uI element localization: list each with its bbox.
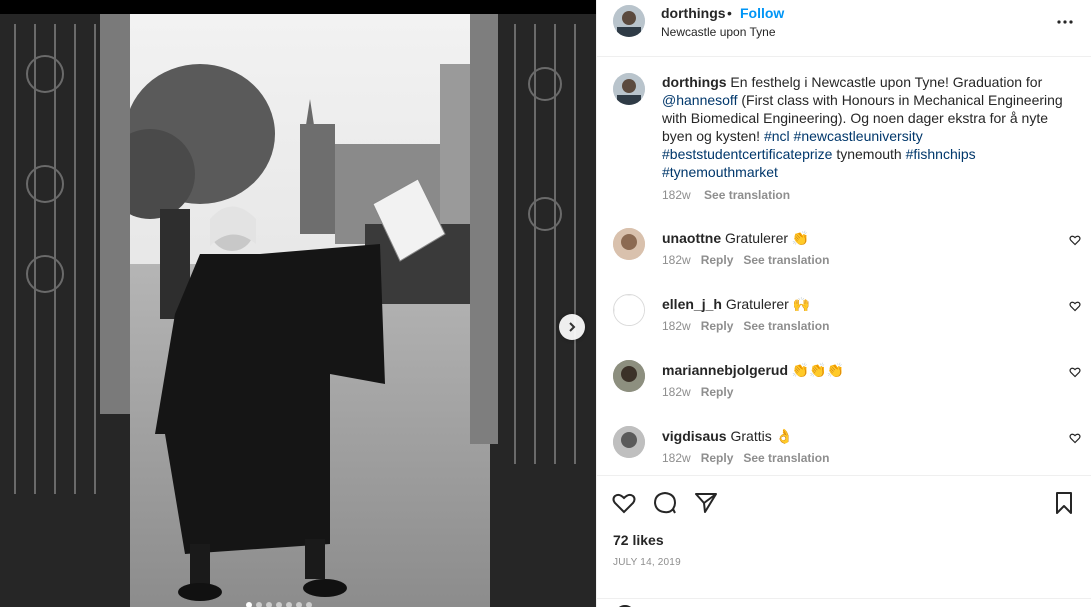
- avatar[interactable]: [613, 5, 645, 37]
- carousel-dot: [296, 602, 302, 607]
- hashtag-link[interactable]: #ncl: [764, 128, 790, 144]
- comment-time: 182w: [662, 253, 691, 267]
- carousel-indicator: [246, 602, 312, 607]
- hashtag-link[interactable]: #newcastleuniversity: [794, 128, 923, 144]
- graduation-photo: [0, 14, 596, 607]
- see-translation-link[interactable]: See translation: [743, 451, 829, 465]
- comment-like-icon[interactable]: [1069, 300, 1081, 312]
- comment-text: Grattis: [730, 428, 772, 444]
- commenter-photo: [613, 360, 645, 392]
- post-date: JULY 14, 2019: [613, 557, 681, 568]
- carousel-dot: [266, 602, 272, 607]
- caption-text-segment: En festhelg i Newcastle upon Tyne! Gradu…: [726, 74, 1043, 90]
- comment-like-icon[interactable]: [1069, 366, 1081, 378]
- comment-row: unaottne Gratulerer 👏 182w Reply See transl…: [597, 228, 1091, 288]
- carousel-dot: [246, 602, 252, 607]
- commenter-photo: [613, 426, 645, 458]
- comment-like-icon[interactable]: [1069, 432, 1081, 444]
- like-count[interactable]: 72 likes: [613, 532, 664, 548]
- chevron-right-icon: [569, 322, 576, 332]
- post-actions: 72 likes JULY 14, 2019: [597, 475, 1091, 607]
- comment-emoji: 👏: [791, 230, 810, 246]
- location-link[interactable]: Newcastle upon Tyne: [661, 25, 776, 39]
- commenter-photo: [614, 295, 644, 325]
- comment-username[interactable]: vigdisaus: [662, 428, 727, 444]
- comment-emoji: 👏👏👏: [791, 362, 845, 378]
- profile-photo: [613, 5, 645, 37]
- comment-time: 182w: [662, 385, 691, 399]
- carousel-next-button[interactable]: [559, 314, 585, 340]
- comment-row: mariannebjolgerud 👏👏👏 182w Reply: [597, 360, 1091, 420]
- carousel-dot: [256, 602, 262, 607]
- reply-button[interactable]: Reply: [701, 319, 734, 333]
- carousel-dot: [276, 602, 282, 607]
- hashtag-link[interactable]: #tynemouthmarket: [662, 164, 778, 180]
- reply-button[interactable]: Reply: [701, 451, 734, 465]
- caption-text-segment: tynemouth: [832, 146, 906, 162]
- bookmark-icon[interactable]: [1051, 490, 1077, 516]
- caption-time: 182w: [662, 188, 691, 202]
- post-username[interactable]: dorthings: [661, 5, 726, 21]
- comment-time: 182w: [662, 451, 691, 465]
- hashtag-link[interactable]: #fishnchips: [906, 146, 976, 162]
- avatar[interactable]: [613, 294, 645, 326]
- see-translation-link[interactable]: See translation: [743, 319, 829, 333]
- comment-time: 182w: [662, 319, 691, 333]
- carousel-dot: [286, 602, 292, 607]
- comment-icon[interactable]: [652, 490, 678, 516]
- mention-link[interactable]: @hannesoff: [662, 92, 737, 108]
- avatar[interactable]: [613, 360, 645, 392]
- comment-text: Gratulerer: [725, 230, 789, 246]
- comment-username[interactable]: unaottne: [662, 230, 721, 246]
- more-options-icon[interactable]: [1055, 12, 1075, 32]
- heart-icon[interactable]: [611, 490, 637, 516]
- post-photo[interactable]: [0, 14, 596, 607]
- see-translation-link[interactable]: See translation: [704, 188, 790, 202]
- comment-emoji: 👌: [775, 428, 794, 444]
- post-header: dorthings • Follow Newcastle upon Tyne: [597, 0, 1091, 57]
- comment-row: ellen_j_h Gratulerer 🙌 182w Reply See trans…: [597, 294, 1091, 354]
- reply-button[interactable]: Reply: [701, 385, 734, 399]
- commenter-photo: [613, 228, 645, 260]
- share-icon[interactable]: [693, 490, 719, 516]
- emoji-icon[interactable]: [613, 603, 637, 607]
- profile-photo: [613, 73, 645, 105]
- follow-button[interactable]: Follow: [740, 5, 784, 21]
- comment-emoji: 🙌: [792, 296, 811, 312]
- caption-username[interactable]: dorthings: [662, 74, 727, 90]
- comment-text: Gratulerer: [725, 296, 789, 312]
- avatar[interactable]: [613, 228, 645, 260]
- comment-like-icon[interactable]: [1069, 234, 1081, 246]
- see-translation-link[interactable]: See translation: [743, 253, 829, 267]
- caption-text: dorthings En festhelg i Newcastle upon T…: [662, 73, 1072, 181]
- post-detail-panel: dorthings • Follow Newcastle upon Tyne d…: [596, 0, 1091, 607]
- reply-button[interactable]: Reply: [701, 253, 734, 267]
- carousel-dot: [306, 602, 312, 607]
- comment-username[interactable]: ellen_j_h: [662, 296, 722, 312]
- add-comment-bar: [597, 598, 1091, 607]
- avatar[interactable]: [613, 426, 645, 458]
- avatar[interactable]: [613, 73, 645, 105]
- comment-username[interactable]: mariannebjolgerud: [662, 362, 788, 378]
- hashtag-link[interactable]: #beststudentcertificateprize: [662, 146, 832, 162]
- separator-dot: •: [727, 5, 732, 21]
